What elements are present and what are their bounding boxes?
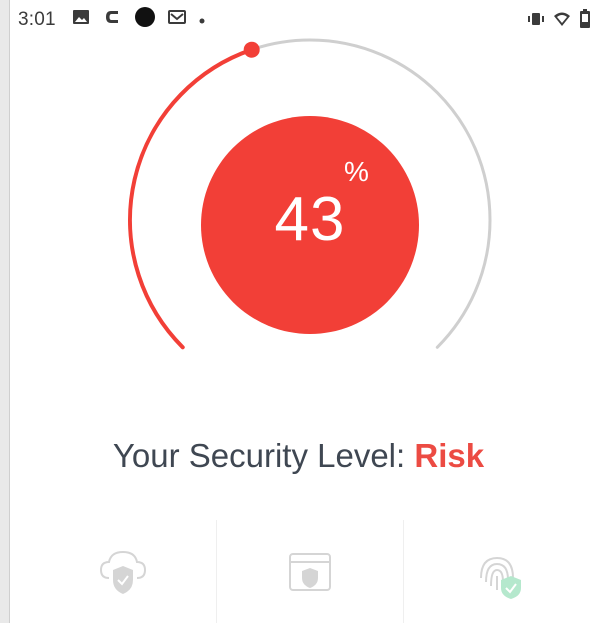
wifi-icon: [553, 10, 571, 34]
cloud-shield-icon: [95, 548, 151, 600]
mail-icon: [167, 9, 186, 31]
security-level-line: Your Security Level: Risk: [0, 437, 597, 475]
vibrate-icon: [527, 10, 545, 34]
feature-vpn[interactable]: [30, 520, 216, 623]
security-level-value: Risk: [414, 437, 485, 474]
fingerprint-shield-icon: [469, 548, 525, 600]
status-time: 3:01: [18, 9, 56, 30]
security-level-label: Your Security Level:: [112, 437, 406, 474]
security-score: 43 %: [201, 116, 419, 334]
image-icon: [72, 9, 90, 31]
browser-shield-icon: [282, 548, 338, 600]
battery-icon: [579, 9, 591, 35]
score-value: 43: [274, 185, 346, 254]
notification-dot-icon: [198, 9, 206, 31]
window-frame-edge: [0, 0, 10, 623]
gauge-progress-handle: [243, 41, 260, 58]
c-logo-icon: [102, 7, 122, 33]
feature-id-protection[interactable]: [403, 520, 590, 623]
feature-row: [30, 520, 590, 623]
feature-safe-browsing[interactable]: [216, 520, 403, 623]
score-unit: %: [344, 156, 369, 187]
